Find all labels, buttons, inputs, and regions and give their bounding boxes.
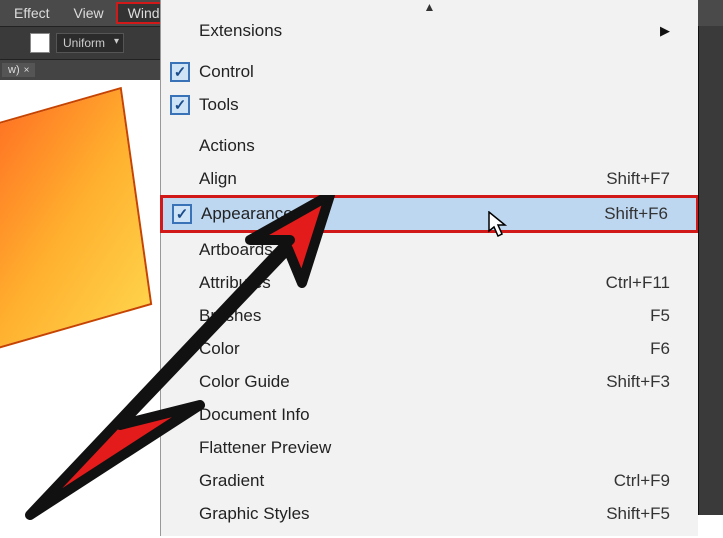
menu-label: Color — [199, 339, 650, 359]
menu-label: Tools — [199, 95, 670, 115]
menu-label: Document Info — [199, 405, 670, 425]
menu-shortcut: F6 — [650, 339, 670, 359]
document-tab-label: w) — [8, 64, 20, 76]
menu-shortcut: Ctrl+F9 — [614, 471, 670, 491]
window-menu: ▲ Extensions ▶ ✓ Control ✓ Tools Actions… — [160, 0, 698, 536]
check-icon: ✓ — [170, 62, 190, 82]
menu-view[interactable]: View — [62, 2, 116, 24]
menu-label: Align — [199, 169, 606, 189]
menu-label: Flattener Preview — [199, 438, 670, 458]
menu-effect[interactable]: Effect — [2, 2, 62, 24]
document-tab[interactable]: w) × — [2, 63, 35, 77]
panel-dock — [698, 26, 723, 515]
document-tabs: w) × — [0, 60, 160, 80]
menu-shortcut: Shift+F7 — [606, 169, 670, 189]
menu-item-control[interactable]: ✓ Control — [161, 55, 698, 88]
menu-item-flattener-preview[interactable]: Flattener Preview — [161, 431, 698, 464]
menu-shortcut: Shift+F6 — [604, 204, 668, 224]
menu-shortcut: F5 — [650, 306, 670, 326]
menu-label: Appearance — [201, 204, 604, 224]
menu-item-attributes[interactable]: Attributes Ctrl+F11 — [161, 266, 698, 299]
check-icon: ✓ — [170, 95, 190, 115]
menu-item-document-info[interactable]: Document Info — [161, 398, 698, 431]
menu-item-artboards[interactable]: Artboards — [161, 233, 698, 266]
menu-label: Actions — [199, 136, 670, 156]
menu-shortcut: Shift+F5 — [606, 504, 670, 524]
menu-label: Control — [199, 62, 670, 82]
menu-label: Graphic Styles — [199, 504, 606, 524]
menu-label: Gradient — [199, 471, 614, 491]
menu-label: Attributes — [199, 273, 606, 293]
menu-label: Brushes — [199, 306, 650, 326]
control-bar: Uniform — [0, 26, 160, 60]
canvas — [0, 80, 160, 515]
menu-item-brushes[interactable]: Brushes F5 — [161, 299, 698, 332]
menu-label: Extensions — [199, 21, 660, 41]
menu-item-color-guide[interactable]: Color Guide Shift+F3 — [161, 365, 698, 398]
menu-item-appearance[interactable]: ✓ Appearance Shift+F6 — [160, 195, 699, 233]
menu-shortcut: Shift+F3 — [606, 372, 670, 392]
submenu-arrow-icon: ▶ — [660, 23, 670, 39]
menu-item-color[interactable]: Color F6 — [161, 332, 698, 365]
check-icon: ✓ — [172, 204, 192, 224]
menu-item-tools[interactable]: ✓ Tools — [161, 88, 698, 121]
scroll-up-icon[interactable]: ▲ — [161, 0, 698, 14]
menu-label: Artboards — [199, 240, 670, 260]
menu-label: Color Guide — [199, 372, 606, 392]
menu-item-gradient[interactable]: Gradient Ctrl+F9 — [161, 464, 698, 497]
menu-item-align[interactable]: Align Shift+F7 — [161, 162, 698, 195]
artwork-shape — [0, 87, 152, 363]
menu-item-graphic-styles[interactable]: Graphic Styles Shift+F5 — [161, 497, 698, 530]
stroke-style-dropdown[interactable]: Uniform — [56, 33, 124, 53]
menu-shortcut: Ctrl+F11 — [606, 273, 670, 293]
menu-item-actions[interactable]: Actions — [161, 129, 698, 162]
fill-swatch[interactable] — [30, 33, 50, 53]
menu-item-extensions[interactable]: Extensions ▶ — [161, 14, 698, 47]
close-icon[interactable]: × — [24, 65, 30, 76]
